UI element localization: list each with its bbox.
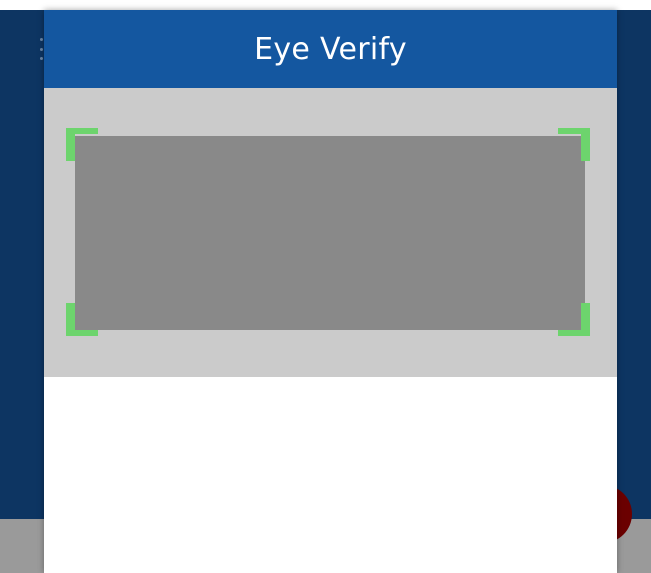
dialog-header: Eye Verify — [44, 10, 617, 88]
camera-preview — [75, 136, 585, 330]
dialog-content — [44, 377, 617, 573]
eye-verify-dialog: Eye Verify — [44, 10, 617, 573]
dialog-title: Eye Verify — [254, 31, 407, 67]
scan-frame-corner-top-left — [66, 128, 98, 161]
scan-frame-corner-top-right — [558, 128, 590, 161]
scan-frame-corner-bottom-left — [66, 303, 98, 336]
scan-frame-corner-bottom-right — [558, 303, 590, 336]
camera-scan-area — [44, 88, 617, 377]
